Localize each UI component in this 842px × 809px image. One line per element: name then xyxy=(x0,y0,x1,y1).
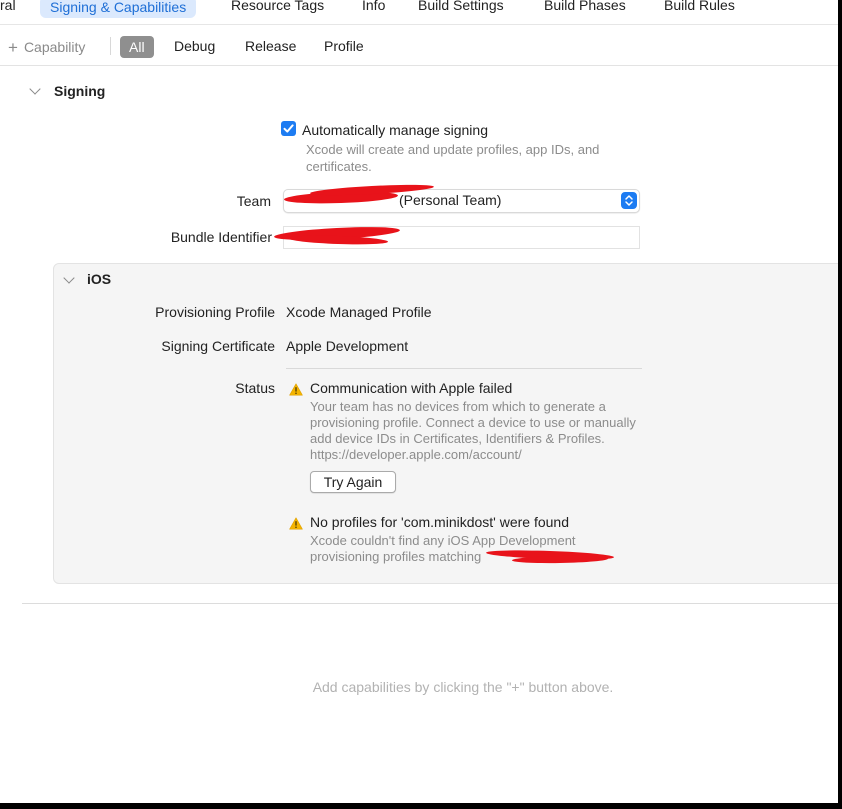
filter-profile[interactable]: Profile xyxy=(324,38,364,54)
signing-section-title: Signing xyxy=(54,83,106,99)
filter-all[interactable]: All xyxy=(120,36,154,58)
checkmark-icon xyxy=(283,124,294,133)
signing-disclosure-chevron-icon[interactable] xyxy=(29,83,41,95)
signing-certificate-label: Signing Certificate xyxy=(161,338,275,354)
up-down-arrows-icon xyxy=(625,195,633,206)
bundle-identifier-label: Bundle Identifier xyxy=(170,229,272,245)
try-again-button[interactable]: Try Again xyxy=(310,471,396,493)
communication-failed-title: Communication with Apple failed xyxy=(310,380,513,396)
auto-manage-signing-label[interactable]: Automatically manage signing xyxy=(302,122,488,138)
communication-failed-description: Your team has no devices from which to g… xyxy=(310,399,636,462)
signing-capabilities-window: ral Signing & Capabilities Resource Tags… xyxy=(0,0,838,803)
filter-release[interactable]: Release xyxy=(245,38,296,54)
team-value: (Personal Team) xyxy=(399,192,502,208)
signing-certificate-value: Apple Development xyxy=(286,338,409,354)
editor-tab-bar: ral Signing & Capabilities Resource Tags… xyxy=(0,0,838,25)
tab-signing-capabilities[interactable]: Signing & Capabilities xyxy=(40,0,197,18)
popup-chevrons-icon xyxy=(621,192,637,209)
tab-build-phases[interactable]: Build Phases xyxy=(544,0,626,13)
provisioning-profile-value: Xcode Managed Profile xyxy=(286,304,432,320)
tab-resource-tags[interactable]: Resource Tags xyxy=(231,0,324,13)
warning-icon xyxy=(289,383,303,396)
team-label: Team xyxy=(236,193,271,209)
auto-manage-signing-checkbox[interactable] xyxy=(281,121,296,136)
tab-info[interactable]: Info xyxy=(362,0,385,13)
capability-filter-bar: + Capability All Debug Release Profile xyxy=(0,25,838,66)
warning-icon xyxy=(289,517,303,530)
provisioning-profile-label: Provisioning Profile xyxy=(155,304,275,320)
capabilities-divider xyxy=(22,603,838,604)
tab-build-rules[interactable]: Build Rules xyxy=(664,0,735,13)
add-capabilities-hint: Add capabilities by clicking the "+" but… xyxy=(312,679,614,695)
tab-general[interactable]: ral xyxy=(0,0,16,13)
plus-icon: + xyxy=(8,38,18,57)
add-capability-button[interactable]: + Capability xyxy=(8,37,85,57)
ios-section-title: iOS xyxy=(87,271,112,287)
auto-manage-signing-description: Xcode will create and update profiles, a… xyxy=(306,142,600,174)
toolbar-divider xyxy=(110,37,111,55)
no-profiles-title: No profiles for 'com.minikdost' were fou… xyxy=(310,514,570,530)
tab-build-settings[interactable]: Build Settings xyxy=(418,0,504,13)
status-separator xyxy=(286,368,642,369)
add-capability-label: Capability xyxy=(23,39,86,55)
filter-debug[interactable]: Debug xyxy=(174,38,215,54)
status-label: Status xyxy=(235,380,275,396)
